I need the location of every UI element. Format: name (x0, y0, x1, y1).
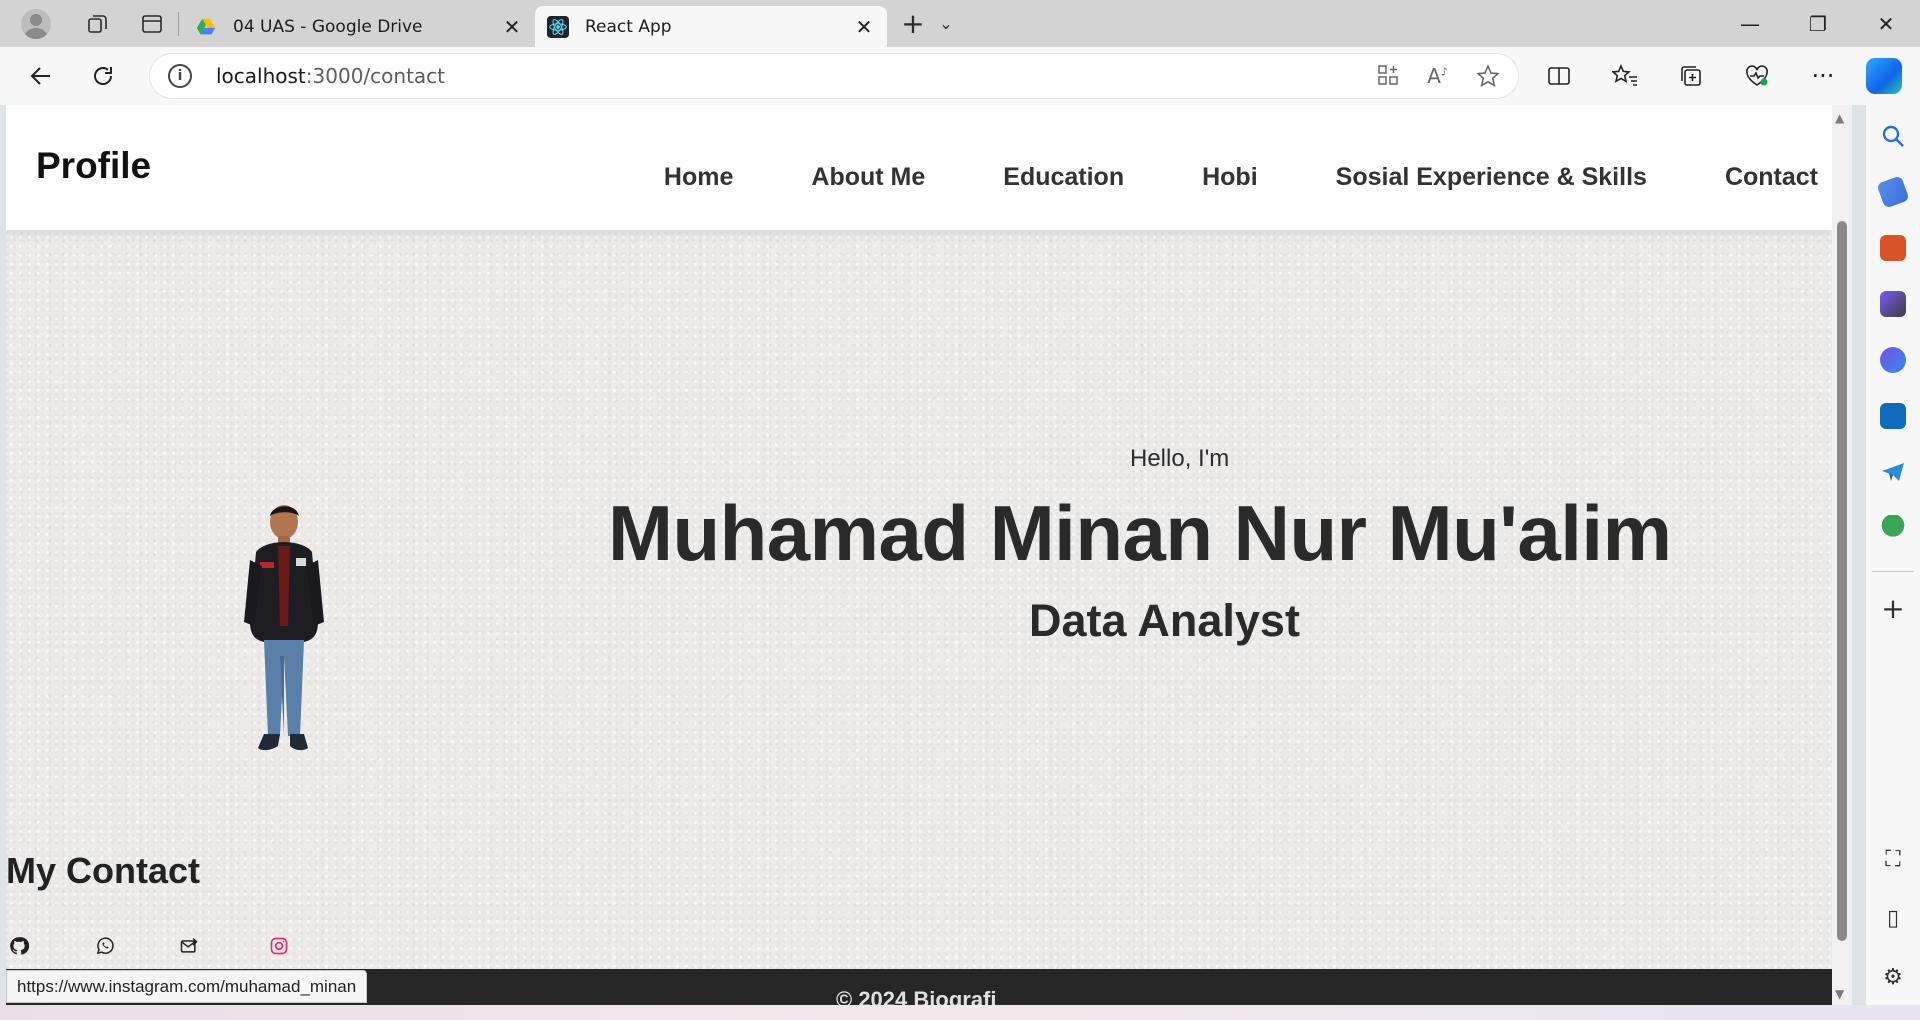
hero-role: Data Analyst (1029, 595, 1300, 646)
react-icon (547, 15, 569, 38)
url-text[interactable]: localhost:3000/contact (216, 64, 1377, 88)
favorites-list-icon (1612, 64, 1637, 86)
outlook-icon[interactable] (1880, 403, 1906, 429)
tab-actions-icon (142, 14, 162, 33)
desktop-taskbar-edge (0, 1005, 1920, 1020)
search-icon[interactable] (1880, 123, 1906, 149)
nav-home[interactable]: Home (664, 163, 733, 192)
nav-about-me[interactable]: About Me (811, 163, 925, 192)
screenshot-icon[interactable]: ⛶ (1885, 847, 1900, 872)
tab-separator (178, 11, 179, 36)
url-host: localhost (216, 64, 306, 88)
profile-button[interactable] (14, 4, 58, 44)
vertical-tabs-button[interactable] (130, 4, 174, 44)
contact-icons (8, 935, 290, 957)
hero-greeting: Hello, I'm (1130, 445, 1230, 472)
nav-hobi[interactable]: Hobi (1202, 163, 1258, 192)
footer-copyright: © 2024 Biografi (836, 987, 997, 1005)
browser-window: 04 UAS - Google Drive ✕ React App ✕ + ⌄ … (0, 0, 1920, 1020)
collections-button[interactable] (1658, 54, 1724, 98)
site-navbar: Profile Home About Me Education Hobi Sos… (6, 105, 1832, 230)
page-scrollbar[interactable]: ▲ ▼ (1832, 105, 1852, 1005)
address-bar[interactable]: i localhost:3000/contact A♪ (150, 54, 1518, 98)
games-icon[interactable] (1880, 291, 1906, 317)
add-sidebar-app-icon[interactable]: + (1881, 592, 1904, 625)
close-tab-icon[interactable]: ✕ (501, 15, 523, 39)
workspaces-icon (88, 14, 107, 33)
close-window-icon[interactable]: ✕ (1852, 0, 1920, 47)
split-screen-icon (1548, 67, 1570, 85)
instagram-icon[interactable] (268, 935, 290, 957)
refresh-button[interactable] (72, 54, 134, 98)
shopping-tag-icon[interactable] (1876, 175, 1910, 209)
edge-sidebar: + ⛶ ▯ ⚙ (1866, 105, 1920, 1020)
workspaces-button[interactable] (76, 4, 120, 44)
sidebar-divider (1872, 571, 1914, 572)
tab-title: 04 UAS - Google Drive (233, 16, 423, 37)
github-icon[interactable] (8, 935, 30, 957)
split-screen-button[interactable] (1526, 54, 1592, 98)
read-aloud-icon[interactable]: A♪ (1427, 64, 1448, 88)
tools-briefcase-icon[interactable] (1880, 235, 1906, 261)
url-path: :3000/contact (305, 64, 445, 88)
email-icon[interactable] (178, 935, 200, 957)
tab-title: React App (585, 16, 672, 37)
refresh-icon (94, 67, 113, 85)
nav-education[interactable]: Education (1003, 163, 1124, 192)
tree-icon[interactable] (1880, 515, 1906, 541)
favorite-star-icon[interactable] (1476, 64, 1500, 88)
close-tab-icon[interactable]: ✕ (853, 15, 875, 39)
heart-pulse-icon (1746, 65, 1768, 86)
whatsapp-icon[interactable] (94, 935, 116, 957)
hide-sidebar-icon[interactable]: ▯ (1887, 906, 1899, 931)
scroll-up-arrow-icon[interactable]: ▲ (1835, 111, 1844, 125)
hero-name: Muhamad Minan Nur Mu'alim (608, 489, 1672, 577)
browser-essentials-button[interactable] (1724, 54, 1790, 98)
tab-strip: 04 UAS - Google Drive ✕ React App ✕ + ⌄ … (0, 0, 1920, 47)
window-controls: — ❐ ✕ (1716, 0, 1920, 47)
copilot-icon[interactable] (1866, 58, 1902, 94)
new-tab-button[interactable]: + (893, 7, 933, 40)
telegram-send-icon[interactable] (1880, 459, 1906, 485)
profile-photo (244, 505, 324, 751)
link-status-bar: https://www.instagram.com/muhamad_minan (6, 970, 368, 1003)
more-menu-button[interactable]: ··· (1790, 54, 1856, 98)
collections-icon (1681, 66, 1701, 86)
scrollbar-thumb[interactable] (1837, 221, 1847, 941)
site-info-icon[interactable]: i (168, 64, 192, 88)
app-available-icon[interactable] (1377, 64, 1399, 86)
avatar-icon (21, 8, 51, 39)
tab-react-app[interactable]: React App ✕ (535, 6, 887, 47)
tab-list-chevron-icon[interactable]: ⌄ (933, 14, 959, 33)
tab-google-drive[interactable]: 04 UAS - Google Drive ✕ (183, 7, 535, 47)
google-drive-icon (196, 18, 216, 34)
nav-social-experience-skills[interactable]: Sosial Experience & Skills (1336, 163, 1647, 192)
nav-contact[interactable]: Contact (1725, 163, 1818, 192)
restore-icon[interactable]: ❐ (1784, 0, 1852, 47)
favorites-button[interactable] (1592, 54, 1658, 98)
scroll-down-arrow-icon[interactable]: ▼ (1835, 987, 1844, 1001)
nav-links: Home About Me Education Hobi Sosial Expe… (664, 163, 1818, 192)
page-viewport: Profile Home About Me Education Hobi Sos… (6, 105, 1832, 1005)
browser-toolbar: i localhost:3000/contact A♪ ··· (0, 47, 1920, 105)
minimize-icon[interactable]: — (1716, 0, 1784, 47)
contact-heading: My Contact (6, 850, 201, 891)
back-arrow-icon (30, 67, 50, 85)
back-button[interactable] (10, 54, 72, 98)
settings-gear-icon[interactable]: ⚙ (1883, 965, 1903, 990)
microsoft-365-icon[interactable] (1880, 347, 1906, 373)
site-brand[interactable]: Profile (36, 145, 151, 187)
